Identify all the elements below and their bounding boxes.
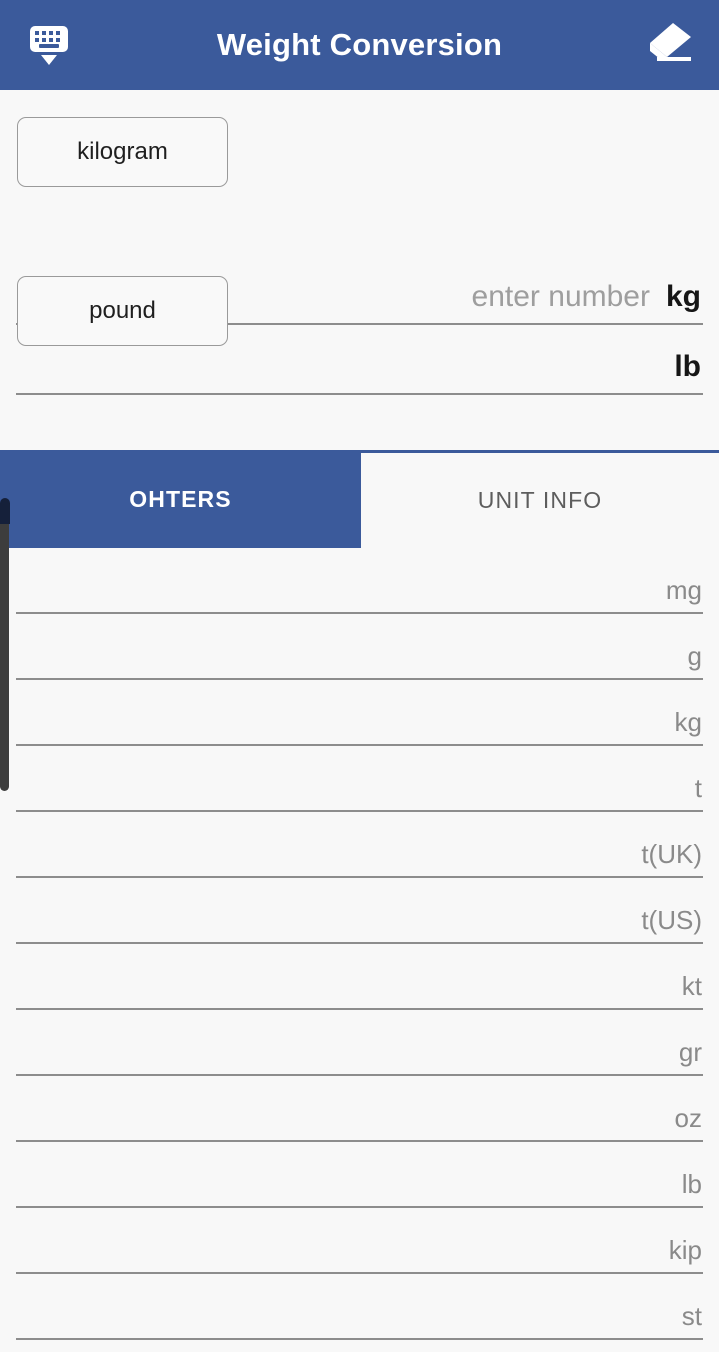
unit-symbol-label: mg — [665, 575, 702, 605]
app-bar: Weight Conversion — [0, 0, 719, 90]
unit-list-row: t — [16, 746, 703, 812]
unit-list-row: kip — [16, 1208, 703, 1274]
unit-value-input[interactable] — [16, 704, 675, 744]
unit-value-input[interactable] — [16, 968, 682, 1008]
converter-block: kilogram kg pound lb — [0, 90, 719, 450]
tab-unit-info[interactable]: UNIT INFO — [361, 450, 719, 548]
unit-value-input[interactable] — [16, 572, 666, 612]
clear-button[interactable] — [639, 14, 701, 76]
unit-value-input[interactable] — [16, 638, 688, 678]
to-value-row: lb — [16, 337, 703, 395]
scroll-indicator[interactable] — [0, 505, 9, 791]
unit-symbol-label: t(UK) — [641, 839, 702, 869]
unit-symbol-label: lb — [681, 1169, 702, 1199]
scroll-indicator-cap — [0, 498, 10, 524]
eraser-icon — [643, 17, 697, 74]
to-unit-symbol: lb — [674, 350, 701, 383]
tab-others[interactable]: OHTERS — [0, 450, 361, 548]
unit-value-input[interactable] — [16, 836, 642, 876]
unit-value-input[interactable] — [16, 1100, 675, 1140]
unit-list-row: g — [16, 614, 703, 680]
unit-list-row: st — [16, 1274, 703, 1340]
unit-list-row: t(US) — [16, 878, 703, 944]
keyboard-hide-button[interactable] — [18, 14, 80, 76]
weight-conversion-app: Weight Conversion kilogram kg pound lb O… — [0, 0, 719, 1352]
unit-symbol-label: oz — [674, 1103, 702, 1133]
unit-value-input[interactable] — [16, 1034, 679, 1074]
unit-list-row: mg — [16, 548, 703, 614]
from-unit-symbol: kg — [665, 280, 701, 313]
to-value-input[interactable] — [16, 345, 665, 389]
unit-list: mg g kg t t(UK) t(US) kt gr oz lb kip st — [0, 548, 719, 1352]
tab-bar: OHTERS UNIT INFO — [0, 450, 719, 548]
unit-list-row: oz — [16, 1076, 703, 1142]
unit-value-input[interactable] — [16, 1166, 682, 1206]
unit-list-row: lb — [16, 1142, 703, 1208]
unit-list-row: t(UK) — [16, 812, 703, 878]
unit-value-input[interactable] — [16, 1232, 669, 1272]
unit-symbol-label: st — [681, 1301, 702, 1331]
unit-symbol-label: kip — [668, 1235, 702, 1265]
unit-symbol-label: kg — [674, 707, 702, 737]
unit-symbol-label: g — [687, 641, 702, 671]
unit-symbol-label: t(US) — [641, 905, 702, 935]
unit-symbol-label: t — [694, 773, 702, 803]
unit-list-row: kt — [16, 944, 703, 1010]
unit-list-row: kg — [16, 680, 703, 746]
unit-value-input[interactable] — [16, 1298, 682, 1338]
page-title: Weight Conversion — [216, 27, 503, 62]
keyboard-hide-icon — [23, 17, 75, 74]
unit-value-input[interactable] — [16, 770, 695, 810]
unit-symbol-label: gr — [678, 1037, 702, 1067]
unit-list-row: gr — [16, 1010, 703, 1076]
unit-symbol-label: kt — [681, 971, 702, 1001]
from-unit-button[interactable]: kilogram — [17, 117, 228, 187]
unit-value-input[interactable] — [16, 902, 642, 942]
to-unit-button[interactable]: pound — [17, 276, 228, 346]
